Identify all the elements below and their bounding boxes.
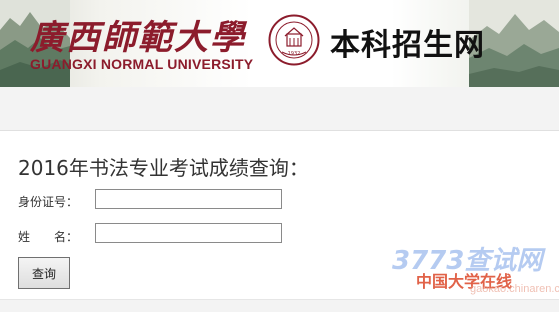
name-input[interactable] [95,223,282,243]
name-label: 姓 名： [18,230,79,244]
university-name-english: GUANGXI NORMAL UNIVERSITY [30,56,254,72]
university-seal-logo: 1932 [268,14,320,66]
university-name-calligraphy: 廣西師範大學 [30,18,246,58]
watermark-url: gaokao.chinaren.com [470,283,559,295]
site-title: 本科招生网 [330,28,485,63]
header-banner: 廣西師範大學 GUANGXI NORMAL UNIVERSITY 1932 本科… [0,0,559,87]
footer-strip [0,299,559,312]
seal-year: 1932 [288,51,301,57]
id-number-input[interactable] [95,189,282,209]
nav-strip [0,87,559,131]
form-title: 2016年书法专业考试成绩查询： [18,156,309,180]
id-number-label: 身份证号： [18,195,79,209]
query-submit-button[interactable]: 查询 [18,257,70,289]
